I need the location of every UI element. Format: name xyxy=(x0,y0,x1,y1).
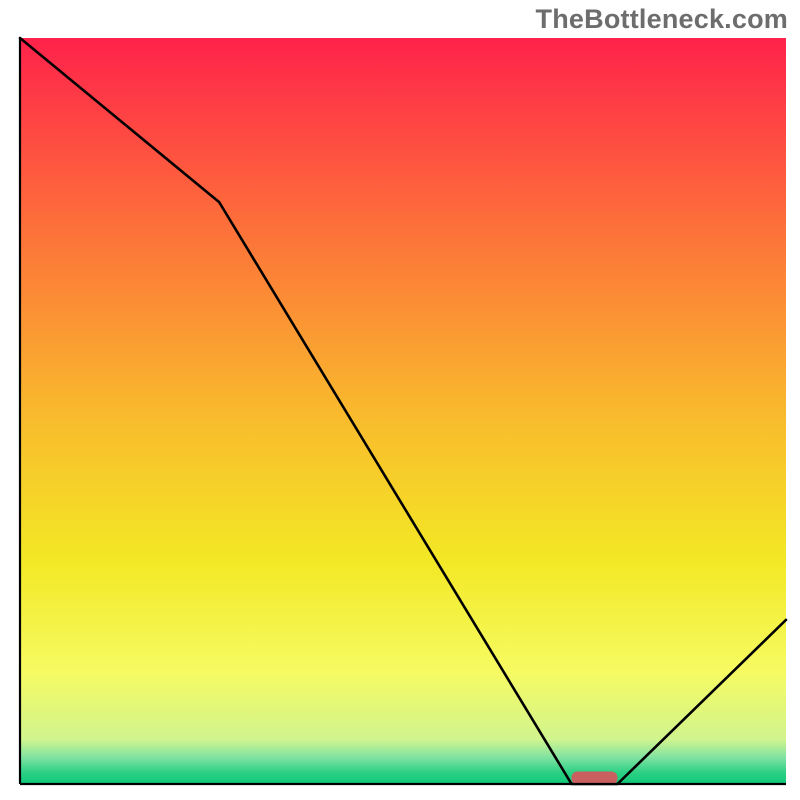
chart-plot-area xyxy=(18,36,788,786)
watermark-text: TheBottleneck.com xyxy=(536,4,788,35)
chart-background-gradient xyxy=(20,38,786,784)
chart-svg xyxy=(18,36,788,786)
optimum-marker xyxy=(572,772,618,785)
